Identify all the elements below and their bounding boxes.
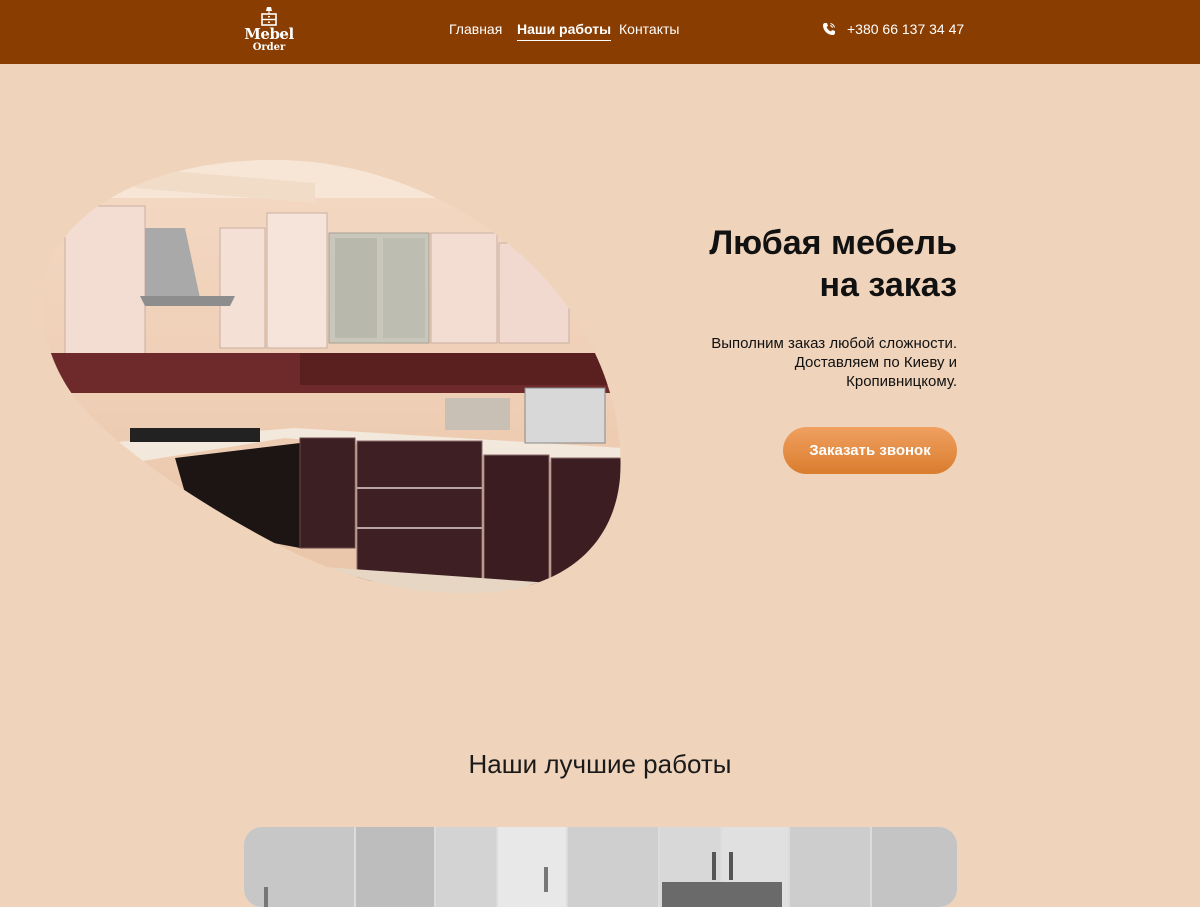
- logo-text-sub: Order: [252, 42, 286, 53]
- hero-title: Любая мебель на заказ: [537, 222, 957, 306]
- hero-description: Выполним заказ любой сложности. Доставля…: [711, 335, 957, 390]
- hero-title-line-1: Любая мебель: [709, 224, 957, 262]
- logo[interactable]: Mebel Order: [242, 6, 296, 58]
- logo-text-main: Mebel: [244, 25, 294, 43]
- phone-icon: [823, 23, 835, 35]
- nav-link-works[interactable]: Наши работы: [517, 20, 612, 41]
- works-section-title: Наши лучшие работы: [468, 749, 732, 779]
- site-header: Mebel Order Главная Наши работы Контакты…: [0, 0, 1200, 64]
- hero-kitchen-image: [42, 159, 621, 594]
- nav-link-contacts[interactable]: Контакты: [619, 20, 679, 38]
- phone-number[interactable]: +380 66 137 34 47: [847, 20, 964, 38]
- nav-link-home[interactable]: Главная: [449, 20, 502, 38]
- order-call-button[interactable]: Заказать звонок: [783, 427, 957, 474]
- drawer-lamp-icon: [261, 7, 277, 26]
- works-gallery-image[interactable]: [244, 827, 957, 907]
- hero-title-line-2: на заказ: [819, 266, 958, 304]
- kitchen-gallery-photo: [244, 827, 957, 907]
